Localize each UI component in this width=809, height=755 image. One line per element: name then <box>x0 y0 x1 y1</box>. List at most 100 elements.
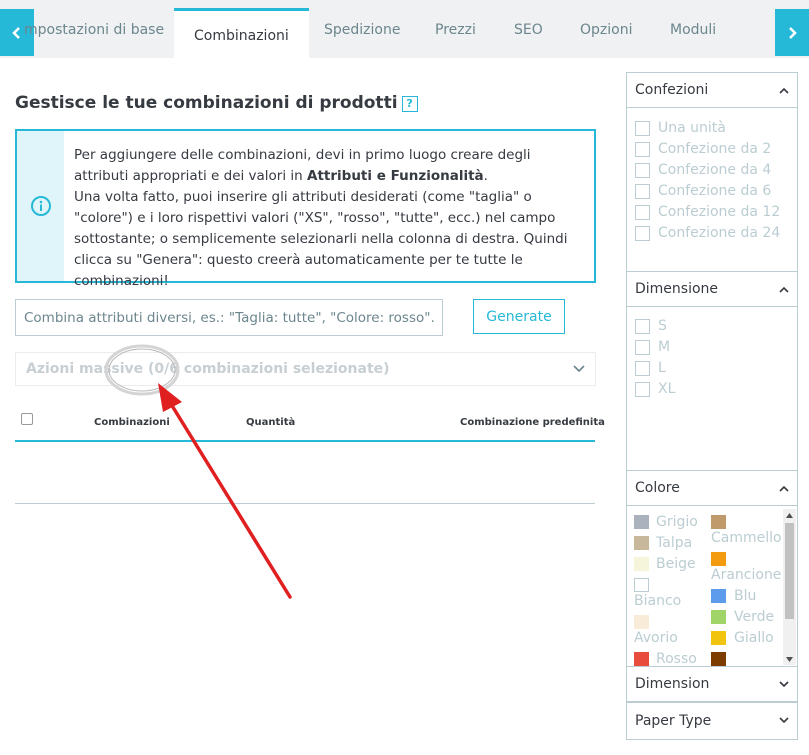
page-title: Gestisce le tue combinazioni di prodotti… <box>15 93 418 113</box>
color-label[interactable]: Blu <box>734 588 756 604</box>
option-label: XL <box>658 381 676 397</box>
filter-dimensione-header[interactable]: Dimensione <box>627 272 797 307</box>
color-label[interactable]: Verde <box>734 609 774 625</box>
color-swatch[interactable] <box>711 589 726 603</box>
option-label: Confezione da 12 <box>658 204 781 220</box>
checkbox[interactable] <box>635 120 650 136</box>
tab-moduli[interactable]: Moduli <box>670 22 716 38</box>
checkbox[interactable] <box>635 381 650 397</box>
tab-opzioni[interactable]: Opzioni <box>580 22 632 38</box>
select-all-checkbox[interactable] <box>21 413 33 425</box>
tab-prezzi[interactable]: Prezzi <box>435 22 476 38</box>
info-text-part3: Una volta fatto, puoi inserire gli attri… <box>74 189 568 289</box>
color-label[interactable]: Giallo <box>734 630 774 646</box>
chevron-up-icon <box>779 485 789 492</box>
filter-confezioni-header[interactable]: Confezioni <box>627 73 797 108</box>
filter-colore-header[interactable]: Colore <box>627 471 797 506</box>
option-label: Confezione da 24 <box>658 225 781 241</box>
filter-option[interactable]: Confezione da 2 <box>635 141 771 157</box>
info-alert: Per aggiungere delle combinazioni, devi … <box>15 129 596 289</box>
color-label[interactable]: Arancione <box>711 567 781 583</box>
color-swatch[interactable] <box>711 515 726 529</box>
color-swatch[interactable] <box>711 552 726 566</box>
color-swatch[interactable] <box>711 631 726 645</box>
option-label: S <box>658 318 667 334</box>
color-swatch[interactable] <box>711 652 726 666</box>
color-swatch[interactable] <box>634 515 649 529</box>
filter-option[interactable]: XL <box>635 381 675 397</box>
combinations-table-header: Combinazioni Quantità Combinazione prede… <box>15 405 605 442</box>
tabs-scroll-right-button[interactable] <box>775 9 809 56</box>
info-icon <box>30 196 51 216</box>
color-swatch[interactable] <box>634 557 649 571</box>
filter-option[interactable]: Confezione da 4 <box>635 162 771 178</box>
filter-option[interactable]: L <box>635 360 666 376</box>
column-quantita: Quantità <box>246 417 296 428</box>
bulk-actions-label: Azioni massive (0/6 combinazioni selezio… <box>26 361 390 377</box>
filter-option[interactable]: M <box>635 339 670 355</box>
info-alert-sidebar <box>17 131 64 281</box>
filter-dimensione-title: Dimensione <box>635 281 719 297</box>
chevron-right-icon <box>789 26 797 39</box>
color-label[interactable]: Beige <box>656 556 696 572</box>
filter-dimension-header[interactable]: Dimension <box>627 667 797 702</box>
checkbox[interactable] <box>635 204 650 220</box>
checkbox[interactable] <box>635 183 650 199</box>
option-label: Confezione da 6 <box>658 183 772 199</box>
scroll-up-button[interactable] <box>783 509 796 521</box>
checkbox[interactable] <box>635 360 650 376</box>
filter-dimensione-panel: Dimensione S M L XL <box>626 271 798 471</box>
filter-dimension-title: Dimension <box>635 676 710 692</box>
tab-impostazioni-di-base[interactable]: mpostazioni di base <box>24 22 164 38</box>
chevron-up-icon <box>779 87 789 94</box>
column-combinazioni: Combinazioni <box>94 417 170 428</box>
scroll-thumb[interactable] <box>785 523 794 619</box>
color-label[interactable]: Bianco <box>634 593 681 609</box>
filter-option[interactable]: Confezione da 12 <box>635 204 780 220</box>
color-swatch[interactable] <box>634 536 649 550</box>
color-swatch[interactable] <box>711 610 726 624</box>
scroll-down-button[interactable] <box>783 653 796 665</box>
filter-paper-type-panel: Paper Type <box>626 702 798 740</box>
color-label[interactable]: Avorio <box>634 630 678 646</box>
triangle-up-icon <box>786 512 793 518</box>
tab-combinazioni[interactable]: Combinazioni <box>174 8 309 58</box>
checkbox[interactable] <box>635 141 650 157</box>
color-swatch[interactable] <box>634 615 649 629</box>
color-list-scrollbar[interactable] <box>783 509 796 665</box>
tab-seo[interactable]: SEO <box>514 22 543 38</box>
help-icon[interactable]: ? <box>401 96 418 112</box>
chevron-left-icon <box>12 26 20 39</box>
option-label: Confezione da 4 <box>658 162 772 178</box>
chevron-down-icon <box>779 680 789 687</box>
color-label[interactable]: Grigio <box>656 514 698 530</box>
checkbox[interactable] <box>635 339 650 355</box>
filter-option[interactable]: Confezione da 6 <box>635 183 771 199</box>
option-label: M <box>658 339 671 355</box>
color-label[interactable]: Cammello <box>711 530 782 546</box>
color-label[interactable]: Talpa <box>656 535 692 551</box>
filter-paper-type-header[interactable]: Paper Type <box>627 703 797 738</box>
option-label: Confezione da 2 <box>658 141 772 157</box>
bulk-actions-dropdown[interactable]: Azioni massive (0/6 combinazioni selezio… <box>15 352 596 386</box>
checkbox[interactable] <box>635 225 650 241</box>
option-label: Una unità <box>658 120 726 136</box>
filter-option[interactable]: S <box>635 318 667 334</box>
checkbox[interactable] <box>635 318 650 334</box>
filter-colore-title: Colore <box>635 480 680 496</box>
combinations-input[interactable] <box>15 299 443 336</box>
filter-option[interactable]: Una unità <box>635 120 726 136</box>
filter-confezioni-panel: Confezioni Una unità Confezione da 2 Con… <box>626 72 798 272</box>
attributes-link-text: Attributi e Funzionalità <box>307 168 484 184</box>
color-swatch[interactable] <box>634 652 649 666</box>
filter-option[interactable]: Confezione da 24 <box>635 225 780 241</box>
table-bottom-divider <box>15 503 595 504</box>
chevron-up-icon <box>779 286 789 293</box>
column-combinazione-predefinita: Combinazione predefinita <box>460 417 605 428</box>
tab-spedizione[interactable]: Spedizione <box>324 22 400 38</box>
generate-button[interactable]: Generate <box>473 299 565 334</box>
checkbox[interactable] <box>635 162 650 178</box>
tab-bar: mpostazioni di base Combinazioni Spedizi… <box>0 0 809 58</box>
color-label[interactable]: Rosso <box>656 651 697 667</box>
color-swatch[interactable] <box>634 578 649 592</box>
